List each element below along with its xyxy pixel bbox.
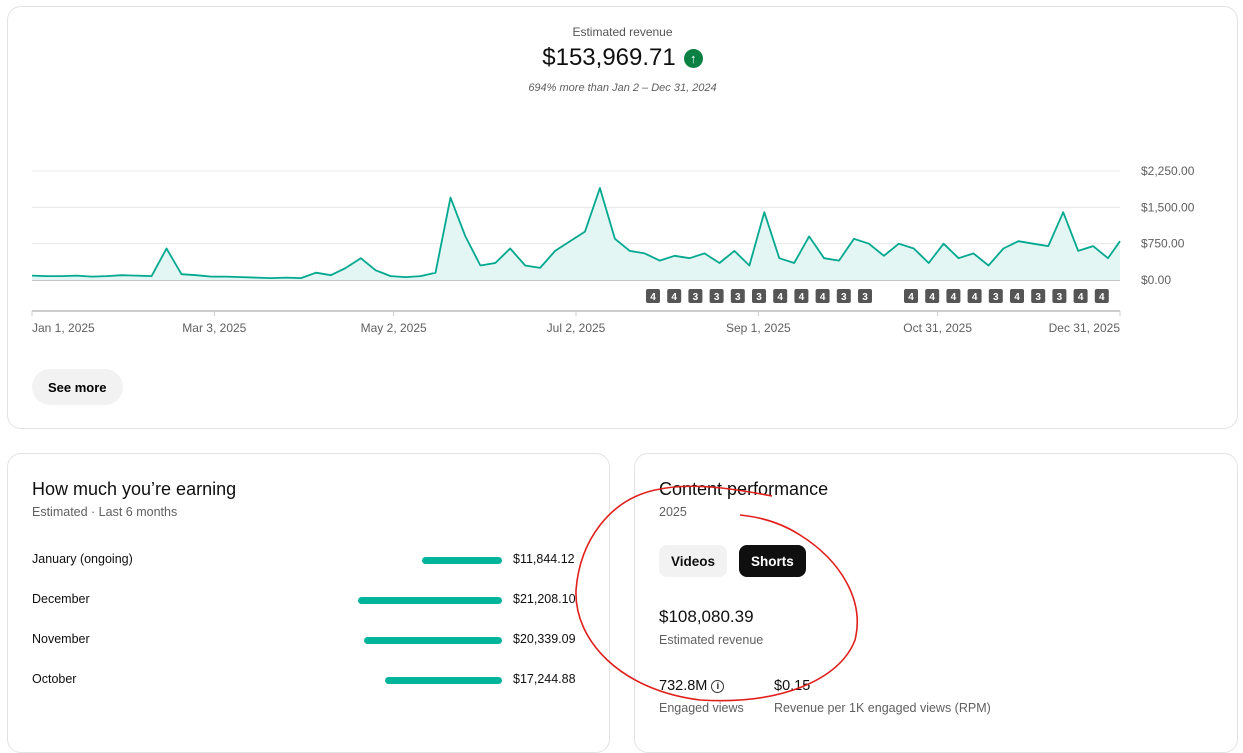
- video-marker-count: 3: [1035, 292, 1041, 303]
- video-marker-count: 4: [972, 292, 978, 303]
- video-marker-count: 3: [862, 292, 868, 303]
- video-marker-count: 4: [777, 292, 783, 303]
- content-performance-card: Content performance 2025 Videos Shorts $…: [634, 453, 1238, 753]
- earnings-bar: [384, 677, 502, 684]
- video-marker-count: 4: [951, 292, 957, 303]
- earnings-row: November $20,339.09: [32, 630, 580, 650]
- video-marker-count: 4: [799, 292, 805, 303]
- earnings-card: How much you’re earning Estimated · Last…: [7, 453, 610, 753]
- shorts-revenue: $108,080.39: [659, 607, 754, 626]
- y-tick-label: $1,500.00: [1141, 200, 1195, 214]
- earnings-row: October $17,244.88: [32, 670, 580, 690]
- video-marker-count: 4: [671, 292, 677, 303]
- rpm-value: $0.15: [774, 678, 811, 694]
- x-tick-label: May 2, 2025: [361, 321, 427, 335]
- video-marker-count: 3: [693, 292, 699, 303]
- y-tick-label: $2,250.00: [1141, 164, 1195, 178]
- x-tick-label: Jul 2, 2025: [547, 321, 606, 335]
- month-label: January (ongoing): [32, 552, 133, 566]
- earnings-row: December $21,208.10: [32, 590, 580, 610]
- video-marker-count: 3: [756, 292, 762, 303]
- x-tick-label: Oct 31, 2025: [903, 321, 972, 335]
- month-label: November: [32, 632, 90, 646]
- x-tick-label: Dec 31, 2025: [1049, 321, 1121, 335]
- y-tick-label: $0.00: [1141, 273, 1171, 287]
- earnings-bar: [421, 557, 502, 564]
- video-marker-count: 4: [1014, 292, 1020, 303]
- video-marker-count: 3: [841, 292, 847, 303]
- shorts-revenue-label: Estimated revenue: [659, 633, 764, 647]
- engaged-views: 732.8M i: [659, 678, 725, 694]
- video-marker-count: 3: [714, 292, 720, 303]
- earnings-bar: [358, 597, 502, 604]
- x-tick-label: Mar 3, 2025: [182, 321, 246, 335]
- revenue-overview-card: Estimated revenue $153,969.71 ↑ 694% mor…: [7, 6, 1238, 429]
- tab-videos[interactable]: Videos: [659, 545, 728, 577]
- video-marker-count: 3: [735, 292, 741, 303]
- earnings-value: $11,844.12: [513, 552, 575, 566]
- revenue-chart[interactable]: $0.00 $750.00 $1,500.00 $2,250.00 Jan 1, 202…: [8, 7, 1239, 347]
- video-marker-count: 3: [1057, 292, 1063, 303]
- earnings-value: $20,339.09: [513, 632, 576, 646]
- info-icon[interactable]: i: [711, 679, 725, 693]
- content-year: 2025: [659, 505, 687, 519]
- month-label: October: [32, 672, 77, 686]
- engaged-views-label: Engaged views: [659, 701, 744, 715]
- content-title: Content performance: [659, 479, 829, 499]
- x-tick-label: Jan 1, 2025: [32, 321, 95, 335]
- rpm-label: Revenue per 1K engaged views (RPM): [774, 701, 991, 715]
- video-marker-count: 4: [820, 292, 826, 303]
- video-marker-count: 4: [650, 292, 656, 303]
- earnings-value: $21,208.10: [513, 592, 576, 606]
- earnings-title: How much you’re earning: [32, 479, 237, 499]
- earnings-bar: [363, 637, 502, 644]
- x-tick-label: Sep 1, 2025: [726, 321, 791, 335]
- see-more-button[interactable]: See more: [32, 369, 123, 405]
- video-marker-count: 3: [993, 292, 999, 303]
- revenue-area: [32, 188, 1120, 280]
- video-marker-count: 4: [908, 292, 914, 303]
- tab-shorts[interactable]: Shorts: [739, 545, 806, 577]
- y-tick-label: $750.00: [1141, 237, 1185, 251]
- earnings-subtitle: Estimated · Last 6 months: [32, 505, 178, 519]
- earnings-value: $17,244.88: [513, 672, 576, 686]
- video-marker-count: 4: [1099, 292, 1105, 303]
- month-label: December: [32, 592, 90, 606]
- video-marker-count: 4: [929, 292, 935, 303]
- engaged-views-value: 732.8M: [659, 678, 708, 694]
- earnings-row: January (ongoing) $11,844.12: [32, 550, 580, 570]
- video-marker-count: 4: [1078, 292, 1084, 303]
